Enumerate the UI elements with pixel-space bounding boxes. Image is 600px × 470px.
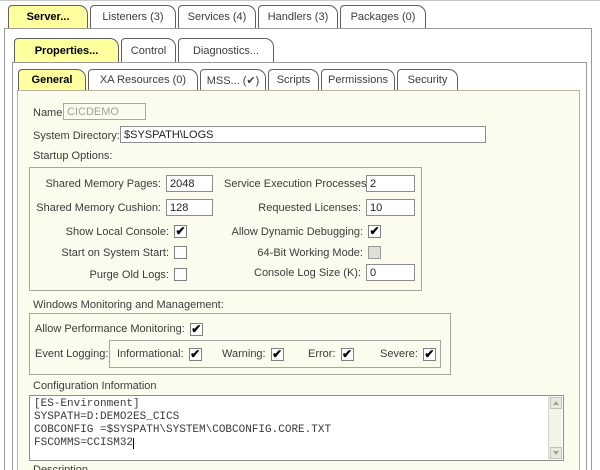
start-on-system-start-checkbox[interactable] bbox=[174, 246, 187, 259]
scroll-up-icon bbox=[553, 401, 559, 405]
tab-packages[interactable]: Packages (0) bbox=[340, 5, 426, 28]
tabrow-level3: General XA Resources (0) MSS... (✔) Scri… bbox=[18, 69, 458, 90]
purge-old-logs-checkbox[interactable] bbox=[174, 268, 187, 281]
config-scrollbar[interactable] bbox=[548, 397, 562, 459]
configuration-information-text: [ES-Environment] SYSPATH=D:DEMO2ES_CICS … bbox=[34, 398, 545, 458]
shared-memory-pages-row: Shared Memory Pages: bbox=[31, 175, 213, 192]
configuration-information-textarea[interactable]: [ES-Environment] SYSPATH=D:DEMO2ES_CICS … bbox=[29, 395, 564, 461]
requested-licenses-row: Requested Licenses: bbox=[224, 199, 415, 216]
event-warning-checkbox[interactable]: ✔ bbox=[271, 348, 284, 361]
shared-memory-cushion-label: Shared Memory Cushion: bbox=[31, 202, 161, 214]
allow-performance-monitoring-label: Allow Performance Monitoring: bbox=[35, 323, 185, 335]
text-caret bbox=[133, 438, 134, 449]
configuration-information-label: Configuration Information bbox=[33, 380, 157, 392]
name-input[interactable] bbox=[63, 103, 146, 120]
64bit-working-mode-label: 64-Bit Working Mode: bbox=[226, 247, 363, 259]
window-top-edge bbox=[0, 0, 600, 1]
event-severe-label: Severe: bbox=[380, 348, 418, 360]
tab-control[interactable]: Control bbox=[121, 38, 176, 62]
tab-security[interactable]: Security bbox=[397, 69, 458, 90]
name-label: Name: bbox=[33, 107, 65, 119]
show-local-console-checkbox[interactable]: ✔ bbox=[174, 225, 187, 238]
tabrow-level1: Server... Listeners (3) Services (4) Han… bbox=[8, 5, 426, 28]
system-directory-label: System Directory: bbox=[33, 130, 120, 142]
startup-options-title: Startup Options: bbox=[33, 150, 113, 162]
event-error-label: Error: bbox=[308, 348, 336, 360]
purge-old-logs-label: Purge Old Logs: bbox=[39, 269, 169, 281]
allow-performance-monitoring-checkbox[interactable]: ✔ bbox=[190, 323, 203, 336]
requested-licenses-input[interactable] bbox=[366, 199, 415, 216]
shared-memory-pages-input[interactable] bbox=[166, 175, 213, 192]
monitoring-title: Windows Monitoring and Management: bbox=[33, 299, 224, 311]
allow-dynamic-debugging-checkbox[interactable]: ✔ bbox=[368, 225, 381, 238]
service-execution-processes-input[interactable] bbox=[366, 175, 415, 192]
scroll-down-button[interactable] bbox=[550, 447, 562, 459]
event-warning-label: Warning: bbox=[222, 348, 266, 360]
console-log-size-row: Console Log Size (K): bbox=[224, 264, 415, 281]
shared-memory-cushion-row: Shared Memory Cushion: bbox=[31, 199, 213, 216]
64bit-working-mode-checkbox bbox=[368, 246, 381, 259]
event-error-checkbox[interactable]: ✔ bbox=[341, 348, 354, 361]
service-execution-processes-row: Service Execution Processes: bbox=[224, 175, 415, 192]
requested-licenses-label: Requested Licenses: bbox=[224, 202, 361, 214]
tab-diagnostics[interactable]: Diagnostics... bbox=[178, 38, 274, 62]
tab-server[interactable]: Server... bbox=[8, 5, 88, 28]
event-informational-label: Informational: bbox=[117, 348, 184, 360]
event-informational-row: Informational: ✔ bbox=[117, 347, 202, 361]
description-label: Description bbox=[33, 464, 88, 470]
tab-listeners[interactable]: Listeners (3) bbox=[90, 5, 176, 28]
tab-general[interactable]: General bbox=[18, 69, 86, 90]
64bit-working-mode-row: 64-Bit Working Mode: bbox=[226, 244, 381, 261]
tabrow-level2: Properties... Control Diagnostics... bbox=[14, 38, 274, 62]
tab-handlers[interactable]: Handlers (3) bbox=[258, 5, 338, 28]
allow-dynamic-debugging-row: Allow Dynamic Debugging: ✔ bbox=[226, 223, 381, 240]
event-informational-checkbox[interactable]: ✔ bbox=[189, 348, 202, 361]
scroll-down-icon bbox=[553, 451, 559, 455]
shared-memory-cushion-input[interactable] bbox=[166, 199, 213, 216]
enterprise-server-admin-window: Server... Listeners (3) Services (4) Han… bbox=[0, 0, 600, 470]
event-warning-row: Warning: ✔ bbox=[222, 347, 284, 361]
tab-mss[interactable]: MSS... (✔) bbox=[200, 69, 266, 90]
purge-old-logs-row: Purge Old Logs: bbox=[39, 266, 187, 283]
scroll-up-button[interactable] bbox=[550, 397, 562, 409]
show-local-console-row: Show Local Console: ✔ bbox=[39, 223, 187, 240]
show-local-console-label: Show Local Console: bbox=[39, 226, 169, 238]
event-severe-row: Severe: ✔ bbox=[380, 347, 436, 361]
console-log-size-label: Console Log Size (K): bbox=[224, 267, 361, 279]
start-on-system-start-label: Start on System Start: bbox=[39, 247, 169, 259]
tab-services[interactable]: Services (4) bbox=[178, 5, 256, 28]
event-logging-label: Event Logging: bbox=[35, 348, 108, 360]
tab-properties[interactable]: Properties... bbox=[14, 38, 119, 62]
tab-permissions[interactable]: Permissions bbox=[321, 69, 395, 90]
tab-xa-resources[interactable]: XA Resources (0) bbox=[88, 69, 198, 90]
event-severe-checkbox[interactable]: ✔ bbox=[423, 348, 436, 361]
tab-scripts[interactable]: Scripts bbox=[268, 69, 319, 90]
system-directory-input[interactable] bbox=[120, 126, 486, 143]
event-error-row: Error: ✔ bbox=[308, 347, 354, 361]
start-on-system-start-row: Start on System Start: bbox=[39, 244, 187, 261]
allow-performance-monitoring-row: Allow Performance Monitoring: ✔ bbox=[35, 322, 203, 336]
allow-dynamic-debugging-label: Allow Dynamic Debugging: bbox=[226, 226, 363, 238]
console-log-size-input[interactable] bbox=[366, 264, 415, 281]
service-execution-processes-label: Service Execution Processes: bbox=[224, 178, 361, 190]
shared-memory-pages-label: Shared Memory Pages: bbox=[31, 178, 161, 190]
